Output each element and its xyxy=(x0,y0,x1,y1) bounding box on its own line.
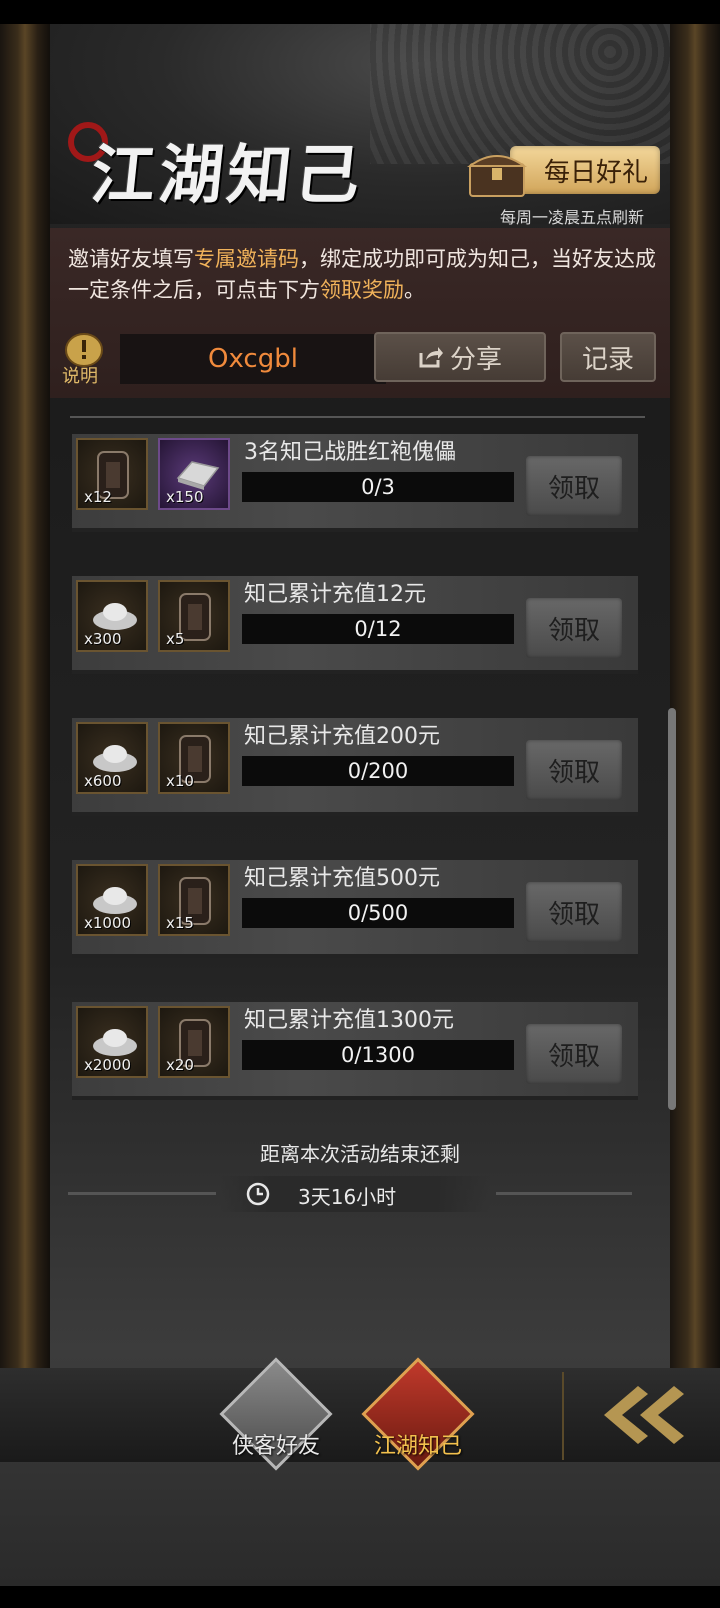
claim-button[interactable]: 领取 xyxy=(526,1024,622,1084)
clock-icon xyxy=(246,1182,270,1206)
task-progress: 0/200 xyxy=(242,756,514,786)
task-row: x300 x5 知己累计充值12元 0/12 领取 xyxy=(72,576,638,674)
invite-panel: 邀请好友填写专属邀请码，绑定成功即可成为知己，当好友达成一定条件之后，可点击下方… xyxy=(50,228,670,398)
claim-button[interactable]: 领取 xyxy=(526,882,622,942)
right-pillar-decoration xyxy=(670,24,720,1404)
reward-item-token[interactable]: x12 xyxy=(76,438,148,510)
reward-item-ingot[interactable]: x600 xyxy=(76,722,148,794)
invite-code-display[interactable]: Oxcgbl xyxy=(120,334,386,384)
reward-count: x300 xyxy=(84,630,122,648)
task-title: 知己累计充值200元 xyxy=(244,724,440,749)
left-pillar-decoration xyxy=(0,24,50,1404)
reward-count: x600 xyxy=(84,772,122,790)
info-label[interactable]: 说明 xyxy=(62,362,98,388)
task-list[interactable]: x12 x150 3名知己战胜红袍傀儡 0/3 领取 x300 x5 知己累计充… xyxy=(70,400,645,1180)
reward-item-token[interactable]: x5 xyxy=(158,580,230,652)
nav-separator xyxy=(562,1372,564,1460)
invite-text-part: 邀请好友填写 xyxy=(68,247,194,271)
system-nav-bar xyxy=(0,1586,720,1608)
task-row: x12 x150 3名知己战胜红袍傀儡 0/3 领取 xyxy=(72,434,638,532)
page-title: 江湖知己 xyxy=(87,138,368,213)
back-chevrons-icon[interactable] xyxy=(590,1380,690,1450)
task-title: 3名知己战胜红袍傀儡 xyxy=(244,440,456,465)
carp-scale-decoration xyxy=(370,24,670,164)
record-label: 记录 xyxy=(581,344,634,375)
reward-item-silver-bar[interactable]: x150 xyxy=(158,438,230,510)
nav-item-jianghu-friends[interactable]: 江湖知己 xyxy=(358,1357,478,1471)
invite-text-part: 。 xyxy=(404,278,425,302)
reward-count: x2000 xyxy=(84,1056,132,1074)
task-title: 知己累计充值500元 xyxy=(244,866,440,891)
countdown-divider-left xyxy=(68,1192,216,1195)
reward-count: x10 xyxy=(166,772,194,790)
status-bar xyxy=(0,0,720,24)
nav-item-hero-friends[interactable]: 侠客好友 xyxy=(216,1357,336,1471)
reward-item-token[interactable]: x20 xyxy=(158,1006,230,1078)
reward-count: x12 xyxy=(84,488,112,506)
daily-gift-label: 每日好礼 xyxy=(543,157,648,188)
task-row: x600 x10 知己累计充值200元 0/200 领取 xyxy=(72,718,638,816)
refresh-note: 每周一凌晨五点刷新 xyxy=(500,208,645,227)
claim-reward-highlight: 领取奖励 xyxy=(320,278,404,302)
nav-label: 江湖知己 xyxy=(373,1434,462,1459)
countdown-value: 3天16小时 xyxy=(298,1185,397,1209)
reward-count: x1000 xyxy=(84,914,132,932)
daily-gift-button[interactable]: 每日好礼 xyxy=(510,146,660,194)
reward-item-ingot[interactable]: x300 xyxy=(76,580,148,652)
reward-item-ingot[interactable]: x1000 xyxy=(76,864,148,936)
task-progress: 0/500 xyxy=(242,898,514,928)
task-progress: 0/1300 xyxy=(242,1040,514,1070)
reward-count: x5 xyxy=(166,630,185,648)
task-progress: 0/12 xyxy=(242,614,514,644)
share-label: 分享 xyxy=(449,344,502,375)
reward-count: x15 xyxy=(166,914,194,932)
invite-description: 邀请好友填写专属邀请码，绑定成功即可成为知己，当好友达成一定条件之后，可点击下方… xyxy=(68,244,668,306)
task-row: x1000 x15 知己累计充值500元 0/500 领取 xyxy=(72,860,638,958)
reward-item-token[interactable]: x10 xyxy=(158,722,230,794)
claim-button[interactable]: 领取 xyxy=(526,456,622,516)
claim-button[interactable]: 领取 xyxy=(526,740,622,800)
list-scrollbar[interactable] xyxy=(668,708,676,1110)
task-progress: 0/3 xyxy=(242,472,514,502)
task-row: x2000 x20 知己累计充值1300元 0/1300 领取 xyxy=(72,1002,638,1100)
countdown-divider-right xyxy=(496,1192,632,1195)
treasure-chest-icon[interactable] xyxy=(466,144,528,200)
reward-count: x150 xyxy=(166,488,204,506)
claim-button[interactable]: 领取 xyxy=(526,598,622,658)
invite-code-highlight: 专属邀请码 xyxy=(194,247,299,271)
list-top-divider xyxy=(70,416,645,418)
reward-item-token[interactable]: x15 xyxy=(158,864,230,936)
nav-label: 侠客好友 xyxy=(231,1434,320,1459)
reward-count: x20 xyxy=(166,1056,194,1074)
task-title: 知己累计充值1300元 xyxy=(244,1008,454,1033)
reward-item-ingot[interactable]: x2000 xyxy=(76,1006,148,1078)
task-title: 知己累计充值12元 xyxy=(244,582,426,607)
countdown-label: 距离本次活动结束还剩 xyxy=(260,1142,460,1166)
share-icon xyxy=(419,347,443,368)
record-button[interactable]: 记录 xyxy=(560,332,656,382)
share-button[interactable]: 分享 xyxy=(374,332,546,382)
